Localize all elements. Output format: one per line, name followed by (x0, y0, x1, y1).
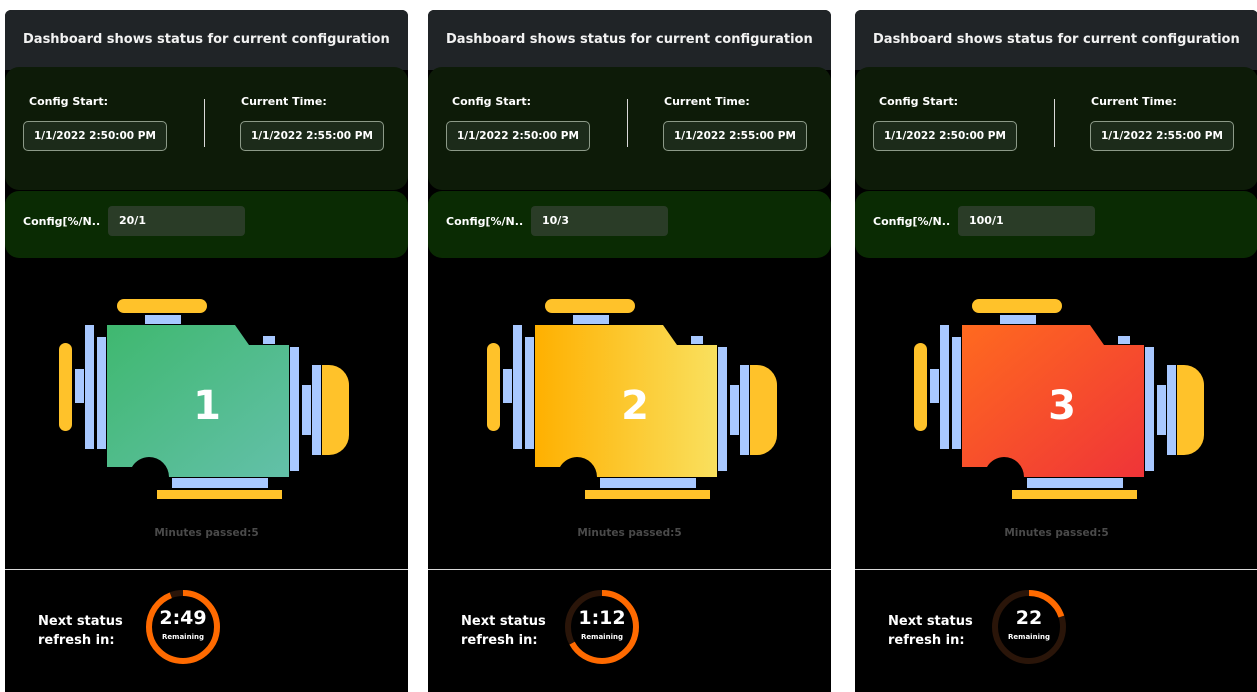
refresh-label-line2: refresh in: (888, 633, 965, 648)
current-time-field[interactable]: 1/1/2022 2:55:00 PM (240, 121, 384, 151)
countdown-ring: 1:12 Remaining (562, 587, 642, 667)
panel-title: Dashboard shows status for current confi… (23, 32, 390, 47)
divider (1054, 99, 1055, 147)
current-time-field[interactable]: 1/1/2022 2:55:00 PM (663, 121, 807, 151)
engine-number: 2 (621, 383, 649, 429)
current-time-field[interactable]: 1/1/2022 2:55:00 PM (1090, 121, 1234, 151)
divider (627, 99, 628, 147)
dashboard-panel-3: Dashboard shows status for current confi… (855, 10, 1257, 692)
footer-divider (855, 569, 1257, 570)
remaining-time: 1:12 (578, 607, 626, 629)
engine-number: 3 (1048, 383, 1076, 429)
remaining-time: 22 (1015, 607, 1043, 629)
current-time-label: Current Time: (664, 95, 750, 108)
refresh-label-line1: Next status (38, 614, 123, 629)
minutes-passed-text: Minutes passed:5 (577, 527, 682, 539)
dashboard-panel-2: Dashboard shows status for current confi… (428, 10, 831, 692)
config-input[interactable]: 10/3 (531, 206, 668, 236)
config-start-field[interactable]: 1/1/2022 2:50:00 PM (446, 121, 590, 151)
current-time-label: Current Time: (241, 95, 327, 108)
refresh-label-line2: refresh in: (38, 633, 115, 648)
footer-divider (428, 569, 831, 570)
engine-status-icon: 2 (485, 285, 785, 505)
refresh-label: Next status refresh in: (38, 612, 123, 650)
panel-header: Dashboard shows status for current confi… (5, 10, 408, 70)
remaining-label: Remaining (581, 633, 623, 641)
refresh-label: Next status refresh in: (461, 612, 546, 650)
engine-status-icon: 1 (57, 285, 357, 505)
config-start-field[interactable]: 1/1/2022 2:50:00 PM (873, 121, 1017, 151)
panel-header: Dashboard shows status for current confi… (428, 10, 831, 70)
panel-header: Dashboard shows status for current confi… (855, 10, 1257, 70)
panel-title: Dashboard shows status for current confi… (446, 32, 813, 47)
config-start-label: Config Start: (879, 95, 959, 108)
divider (204, 99, 205, 147)
time-section: Config Start: 1/1/2022 2:50:00 PM Curren… (855, 67, 1257, 190)
remaining-label: Remaining (1008, 633, 1050, 641)
panel-title: Dashboard shows status for current confi… (873, 32, 1240, 47)
countdown-ring: 22 Remaining (989, 587, 1069, 667)
time-section: Config Start: 1/1/2022 2:50:00 PM Curren… (5, 67, 408, 190)
footer-divider (5, 569, 408, 570)
engine-status-icon: 3 (912, 285, 1212, 505)
config-section: Config[%/N.. 20/1 (5, 191, 408, 258)
dashboard-panel-1: Dashboard shows status for current confi… (5, 10, 408, 692)
config-start-label: Config Start: (29, 95, 109, 108)
refresh-label-line2: refresh in: (461, 633, 538, 648)
config-label: Config[%/N.. (23, 215, 101, 228)
config-input[interactable]: 100/1 (958, 206, 1095, 236)
remaining-label: Remaining (162, 633, 204, 641)
refresh-label-line1: Next status (461, 614, 546, 629)
minutes-passed-text: Minutes passed:5 (154, 527, 259, 539)
countdown-ring: 2:49 Remaining (143, 587, 223, 667)
config-start-label: Config Start: (452, 95, 532, 108)
config-input[interactable]: 20/1 (108, 206, 245, 236)
config-label: Config[%/N.. (873, 215, 951, 228)
config-label: Config[%/N.. (446, 215, 524, 228)
minutes-passed-text: Minutes passed:5 (1004, 527, 1109, 539)
time-section: Config Start: 1/1/2022 2:50:00 PM Curren… (428, 67, 831, 190)
engine-number: 1 (193, 383, 221, 429)
config-section: Config[%/N.. 10/3 (428, 191, 831, 258)
remaining-time: 2:49 (159, 607, 207, 629)
config-start-field[interactable]: 1/1/2022 2:50:00 PM (23, 121, 167, 151)
config-section: Config[%/N.. 100/1 (855, 191, 1257, 258)
current-time-label: Current Time: (1091, 95, 1177, 108)
refresh-label: Next status refresh in: (888, 612, 973, 650)
refresh-label-line1: Next status (888, 614, 973, 629)
